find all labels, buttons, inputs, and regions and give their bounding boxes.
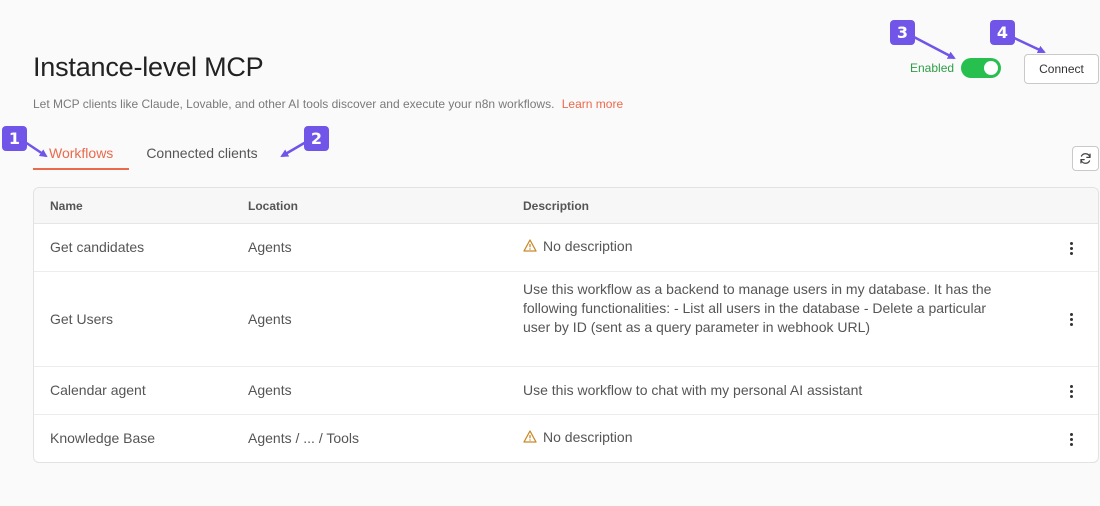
dot: [1069, 241, 1073, 245]
dot: [1069, 246, 1073, 250]
row-menu-button[interactable]: [1064, 432, 1078, 446]
column-header-description[interactable]: Description: [523, 199, 589, 213]
workflows-table: Name Location Description Get candidates…: [33, 187, 1099, 463]
annotation-badge-4: 4: [990, 20, 1015, 45]
row-name: Get candidates: [50, 239, 145, 255]
row-location: Agents / ... / Tools: [248, 430, 360, 446]
row-description: No description: [523, 428, 993, 447]
tab-workflows[interactable]: Workflows: [33, 138, 130, 170]
tab-connected-clients[interactable]: Connected clients: [130, 138, 273, 170]
mcp-enabled-control: Enabled: [910, 58, 1002, 78]
row-menu-button[interactable]: [1064, 241, 1078, 255]
table-header: Name Location Description: [34, 188, 1098, 224]
dot: [1069, 389, 1073, 393]
row-location: Agents: [248, 382, 292, 398]
dot: [1069, 442, 1073, 446]
page-title: Instance-level MCP: [33, 52, 264, 82]
refresh-button[interactable]: [1072, 146, 1099, 171]
subtitle-text: Let MCP clients like Claude, Lovable, an…: [33, 97, 555, 111]
tab-bar: Workflows Connected clients: [33, 138, 274, 170]
dot: [1069, 384, 1073, 388]
dot: [1069, 437, 1073, 441]
column-header-name[interactable]: Name: [50, 199, 83, 213]
toggle-knob: [984, 61, 999, 75]
row-menu-button[interactable]: [1064, 312, 1078, 326]
page-subtitle: Let MCP clients like Claude, Lovable, an…: [33, 97, 623, 111]
row-description: No description: [523, 237, 993, 256]
toggle-label: Enabled: [910, 61, 955, 75]
dot: [1069, 312, 1073, 316]
connect-button[interactable]: Connect: [1024, 54, 1099, 84]
row-menu-button[interactable]: [1064, 384, 1078, 398]
dot: [1069, 317, 1073, 321]
warning-icon: [523, 430, 537, 443]
learn-more-link[interactable]: Learn more: [562, 97, 623, 111]
description-text: No description: [543, 238, 633, 254]
row-description: Use this workflow as a backend to manage…: [523, 281, 992, 335]
table-row[interactable]: Knowledge Base Agents / ... / Tools No d…: [34, 415, 1098, 462]
dot: [1069, 432, 1073, 436]
dot: [1069, 394, 1073, 398]
table-row[interactable]: Get Users Agents Use this workflow as a …: [34, 272, 1098, 367]
annotation-badge-2: 2: [304, 126, 329, 151]
annotation-badge-1: 1: [2, 126, 27, 151]
refresh-icon: [1080, 153, 1091, 164]
warning-icon: [523, 239, 537, 252]
description-text: No description: [543, 429, 633, 445]
row-location: Agents: [248, 311, 292, 327]
annotation-badge-3: 3: [890, 20, 915, 45]
table-row[interactable]: Calendar agent Agents Use this workflow …: [34, 367, 1098, 415]
row-name: Calendar agent: [50, 382, 146, 398]
mcp-enabled-toggle[interactable]: [961, 58, 1002, 78]
row-name: Get Users: [50, 311, 114, 327]
column-header-location[interactable]: Location: [248, 199, 298, 213]
table-row[interactable]: Get candidates Agents No description: [34, 224, 1098, 272]
row-description: Use this workflow to chat with my person…: [523, 382, 863, 398]
dot: [1069, 251, 1073, 255]
row-location: Agents: [248, 239, 292, 255]
dot: [1069, 322, 1073, 326]
row-name: Knowledge Base: [50, 430, 156, 446]
